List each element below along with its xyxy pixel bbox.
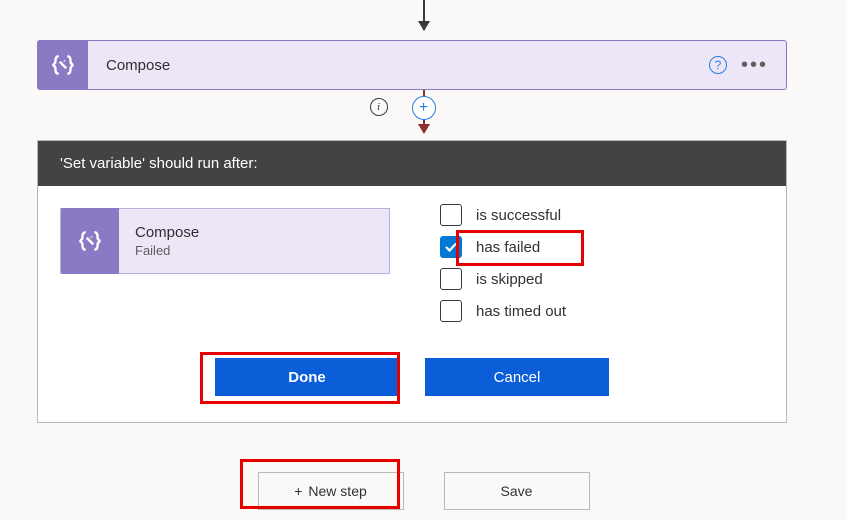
checkbox-has-timed-out[interactable] <box>440 300 462 322</box>
more-menu-icon[interactable]: ••• <box>741 60 768 70</box>
option-label: has timed out <box>476 303 566 320</box>
checkbox-is-successful[interactable] <box>440 204 462 226</box>
add-step-inline-button[interactable]: + <box>412 96 436 120</box>
flow-connector: i + <box>404 90 444 140</box>
help-icon[interactable]: ? <box>709 56 727 74</box>
option-label: has failed <box>476 239 540 256</box>
option-is-skipped[interactable]: is skipped <box>440 268 566 290</box>
run-after-panel: 'Set variable' should run after: Compose… <box>37 140 787 423</box>
previous-step-name: Compose <box>135 224 199 241</box>
save-button[interactable]: Save <box>444 472 590 510</box>
info-icon[interactable]: i <box>370 98 388 116</box>
run-after-options: is successful has failed is skipped has … <box>440 204 566 322</box>
option-has-timed-out[interactable]: has timed out <box>440 300 566 322</box>
checkbox-is-skipped[interactable] <box>440 268 462 290</box>
cancel-button[interactable]: Cancel <box>425 358 609 396</box>
new-step-button[interactable]: + New step <box>258 472 404 510</box>
compose-step-card[interactable]: Compose ? ••• <box>37 40 787 90</box>
plus-icon: + <box>294 483 302 499</box>
compose-icon <box>61 208 119 274</box>
previous-step-card[interactable]: Compose Failed <box>60 208 390 274</box>
compose-step-title: Compose <box>88 57 709 74</box>
option-label: is successful <box>476 207 561 224</box>
option-label: is skipped <box>476 271 543 288</box>
flow-arrow-top <box>423 0 425 30</box>
checkbox-has-failed[interactable] <box>440 236 462 258</box>
new-step-label: New step <box>308 483 366 499</box>
panel-header: 'Set variable' should run after: <box>38 141 786 186</box>
done-button[interactable]: Done <box>215 358 399 396</box>
option-has-failed[interactable]: has failed <box>440 236 566 258</box>
option-is-successful[interactable]: is successful <box>440 204 566 226</box>
compose-icon <box>38 40 88 90</box>
previous-step-status: Failed <box>135 243 199 258</box>
